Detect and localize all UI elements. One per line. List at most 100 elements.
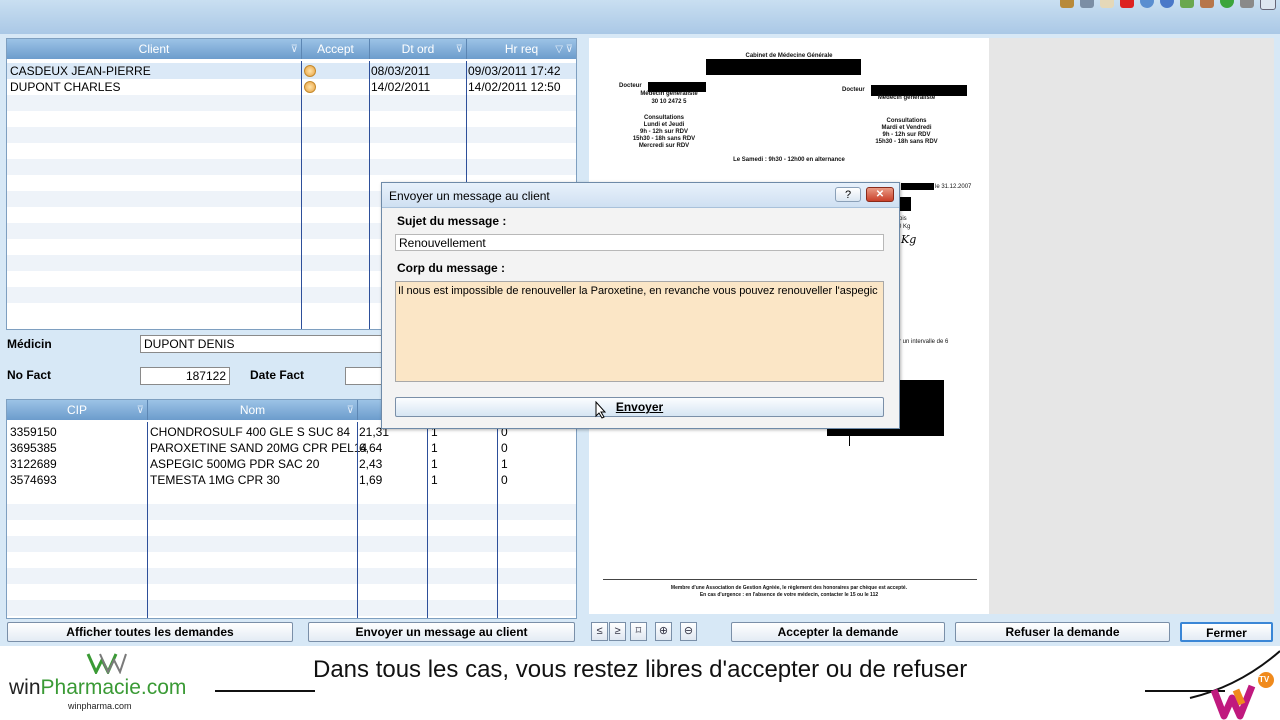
medecin-label: Médicin <box>7 337 52 351</box>
video-caption: Dans tous les cas, vous restez libres d'… <box>313 656 968 683</box>
hr-req-value: 09/03/2011 17:42 <box>468 64 561 78</box>
cip-value: 3122689 <box>10 457 57 471</box>
x-value: 0 <box>501 473 508 487</box>
next-button[interactable]: ≥ <box>609 622 626 641</box>
toolbar-ok-icon[interactable] <box>1220 0 1234 8</box>
footer-line <box>215 690 315 692</box>
mouse-cursor-icon <box>595 401 607 419</box>
close-button[interactable]: Fermer <box>1180 622 1273 642</box>
hr-req-value: 14/02/2011 12:50 <box>468 80 561 94</box>
x-value: 1 <box>501 457 508 471</box>
doc-consult-left: Consultations Lundi et Jeudi 9h - 12h sur … <box>632 115 696 149</box>
filter-icon[interactable]: ⊽ <box>137 401 144 421</box>
tv-badge: TV <box>1259 675 1270 684</box>
doc-footer-2: En cas d'urgence : en l'absence de votre… <box>699 592 879 598</box>
nofact-label: No Fact <box>7 368 52 382</box>
toolbar-info-icon[interactable] <box>1160 0 1174 8</box>
video-footer: winPharmacie.com winpharma.com Dans tous… <box>0 646 1280 720</box>
nofact-field[interactable]: 187122 <box>140 367 230 385</box>
help-button[interactable]: ? <box>835 187 861 202</box>
col-header-accept[interactable]: Accept <box>302 39 370 59</box>
col-header-dt-ord[interactable]: Dt ord ⊽ <box>370 39 467 59</box>
product-grid: CIP ⊽ Nom ⊽ 3359150 CHONDROSULF 400 GLE S … <box>6 399 577 619</box>
cip-value: 3359150 <box>10 425 57 439</box>
qty-value: 1 <box>431 441 438 455</box>
winpharmacie-logo-icon <box>86 653 127 674</box>
doc-mark <box>849 436 850 446</box>
table-row[interactable]: 3122689 ASPEGIC 500MG PDR SAC 20 2,43 1 … <box>7 456 576 472</box>
send-message-dialog: Envoyer un message au client ? ✕ Sujet d… <box>381 182 900 429</box>
zoom-in-icon[interactable]: ⊕ <box>655 622 672 641</box>
col-header-cip[interactable]: CIP ⊽ <box>7 400 148 420</box>
show-all-requests-button[interactable]: Afficher toutes les demandes <box>7 622 293 642</box>
doc-specialty-left: Médecin généraliste <box>640 91 698 97</box>
winpharmacie-logo-text: winPharmacie.com <box>9 676 187 699</box>
toolbar-print-icon[interactable] <box>1080 0 1094 8</box>
toolbar-icons <box>1060 0 1276 10</box>
filter-icon[interactable]: ⊽ <box>456 40 463 60</box>
zoom-out-icon[interactable]: ⊖ <box>680 622 697 641</box>
redaction <box>899 197 911 211</box>
medecin-field[interactable]: DUPONT DENIS <box>140 335 382 353</box>
col-header-hr-req[interactable]: Hr req ▽ ⊽ <box>467 39 576 59</box>
preview-background <box>989 38 1274 614</box>
col-header-client[interactable]: Client ⊽ <box>7 39 302 59</box>
toolbar-chart-icon[interactable] <box>1180 0 1194 8</box>
cip-value: 3574693 <box>10 473 57 487</box>
table-row[interactable]: 3574693 TEMESTA 1MG CPR 30 1,69 1 0 <box>7 472 576 488</box>
datefact-label: Date Fact <box>250 368 305 382</box>
dialog-titlebar[interactable]: Envoyer un message au client ? ✕ <box>382 183 899 208</box>
nom-value: PAROXETINE SAND 20MG CPR PEL14 <box>150 441 368 455</box>
nom-value: CHONDROSULF 400 GLE S SUC 84 <box>150 425 351 439</box>
toolbar-file-icon[interactable] <box>1100 0 1114 8</box>
toolbar-window-icon[interactable] <box>1260 0 1276 10</box>
doc-footer-1: Membre d'une Association de Gestion Agré… <box>670 585 908 591</box>
price-value: 6,64 <box>359 441 383 455</box>
envoyer-button[interactable]: Envoyer <box>395 397 884 417</box>
doc-phone: 30 10 2472 5 <box>651 99 687 105</box>
price-value: 2,43 <box>359 457 383 471</box>
nom-value: ASPEGIC 500MG PDR SAC 20 <box>150 457 320 471</box>
toolbar-circle-icon[interactable] <box>1140 0 1154 8</box>
toolbar-tool-icon[interactable] <box>1060 0 1074 8</box>
cip-value: 3695385 <box>10 441 57 455</box>
send-message-button[interactable]: Envoyer un message au client <box>308 622 575 642</box>
table-row[interactable]: DUPONT CHARLES 14/02/2011 14/02/2011 12:… <box>7 79 576 95</box>
table-row[interactable]: CASDEUX JEAN-PIERRE 08/03/2011 09/03/201… <box>7 63 576 79</box>
filter-icon[interactable]: ⊽ <box>291 40 298 60</box>
toolbar-plus-icon[interactable] <box>1120 0 1134 8</box>
dt-ord-value: 08/03/2011 <box>371 64 431 78</box>
message-body-textarea[interactable]: Il nous est impossible de renouveller la… <box>395 281 884 382</box>
clock-icon <box>304 81 316 93</box>
body-label: Corp du message : <box>397 261 506 275</box>
nom-value: TEMESTA 1MG CPR 30 <box>150 473 280 487</box>
prev-button[interactable]: ≤ <box>591 622 608 641</box>
toolbar-user-icon[interactable] <box>1200 0 1214 8</box>
client-name: CASDEUX JEAN-PIERRE <box>10 64 151 78</box>
doc-date: le 31.12.2007 <box>935 184 972 190</box>
qty-value: 1 <box>431 473 438 487</box>
doc-handwriting: Kg <box>901 233 917 246</box>
sort-filter-icon[interactable]: ▽ ⊽ <box>555 40 573 60</box>
doc-specialty-right: Médecin généraliste <box>877 95 936 101</box>
x-value: 0 <box>501 441 508 455</box>
top-toolbar <box>0 0 1280 35</box>
price-value: 1,69 <box>359 473 383 487</box>
redaction <box>901 183 934 190</box>
fit-page-icon[interactable]: ⌑ <box>630 622 647 641</box>
filter-icon[interactable]: ⊽ <box>347 401 354 421</box>
table-row[interactable]: 3695385 PAROXETINE SAND 20MG CPR PEL14 6… <box>7 440 576 456</box>
doc-samedi: Le Samedi : 9h30 - 12h00 en alternance <box>733 157 845 163</box>
refuse-request-button[interactable]: Refuser la demande <box>955 622 1170 642</box>
redaction <box>706 59 861 75</box>
subject-input[interactable]: Renouvellement <box>395 234 884 251</box>
doc-interval: r un intervalle de 6 <box>899 339 949 345</box>
col-header-nom[interactable]: Nom ⊽ <box>148 400 358 420</box>
datefact-field[interactable] <box>345 367 382 385</box>
toolbar-gear-icon[interactable] <box>1240 0 1254 8</box>
doc-consult-right: Consultations Mardi et Vendredi 9h - 12h s… <box>875 118 938 145</box>
accept-request-button[interactable]: Accepter la demande <box>731 622 945 642</box>
doc-docteur-left: Docteur <box>619 83 642 89</box>
close-icon[interactable]: ✕ <box>866 187 894 202</box>
doc-divider <box>603 579 977 580</box>
